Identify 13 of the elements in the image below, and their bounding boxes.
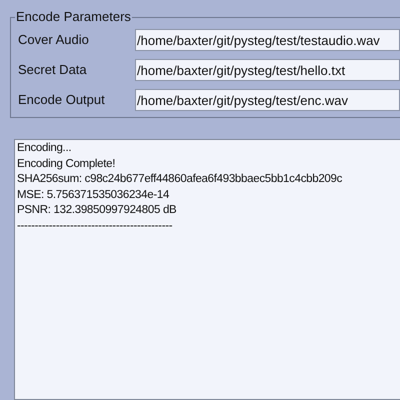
path-field[interactable]: /home/baxter/git/pysteg/test/hello.txt xyxy=(135,59,400,81)
output-log[interactable]: Encoding... Encoding Complete! SHA256sum: c98c24b677eff44860afea6f493bbaec5bb1c4cbb209c MSE: 5.756371535036234e-14 PSNR: 132.39850997924805 dB -------------------------------------------- xyxy=(14,139,400,400)
field-label: Cover Audio xyxy=(18,31,90,50)
log-line: -------------------------------------------- xyxy=(17,218,172,234)
path-field[interactable]: /home/baxter/git/pysteg/test/testaudio.wav xyxy=(135,29,400,51)
field-label: Encode Output xyxy=(18,91,106,110)
log-line: PSNR: 132.39850997924805 dB xyxy=(17,203,176,218)
path-field[interactable]: /home/baxter/git/pysteg/test/enc.wav xyxy=(135,89,400,111)
log-line: Encoding... xyxy=(17,141,72,156)
log-line: SHA256sum: c98c24b677eff44860afea6f493bbaec5bb1c4cbb209c xyxy=(17,172,342,187)
log-line: Encoding Complete! xyxy=(17,156,116,172)
log-line: MSE: 5.756371535036234e-14 xyxy=(17,188,170,202)
field-label: Secret Data xyxy=(18,61,88,80)
